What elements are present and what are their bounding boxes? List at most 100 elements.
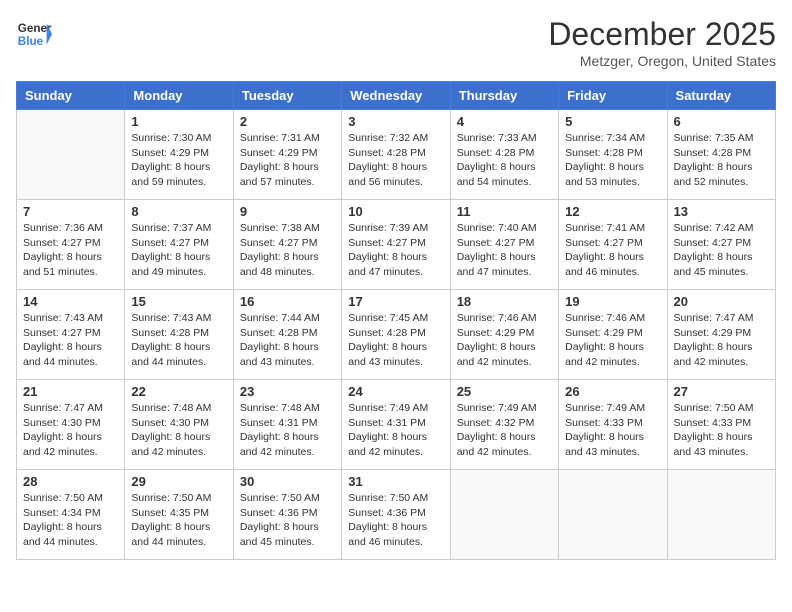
calendar-cell: 13 Sunrise: 7:42 AMSunset: 4:27 PMDayligh… [667,200,775,290]
calendar-cell: 5Sunrise: 7:34 AMSunset: 4:28 PMDaylight… [559,110,667,200]
calendar-cell: 3 Sunrise: 7:32 AMSunset: 4:28 PMDaylight… [342,110,450,200]
day-info: Sunrise: 7:48 AMSunset: 4:30 PMDaylight:… [131,401,226,460]
day-info: Sunrise: 7:39 AMSunset: 4:27 PMDaylight:… [348,221,443,280]
day-info: Sunrise: 7:49 AMSunset: 4:32 PMDaylight:… [457,401,552,460]
day-number: 28 [23,474,118,489]
col-header-friday: Friday [559,82,667,110]
day-info: Sunrise: 7:47 AMSunset: 4:29 PMDaylight:… [674,311,769,370]
week-row-2: 7 Sunrise: 7:36 AMSunset: 4:27 PMDaylight… [17,200,776,290]
day-info: Sunrise: 7:30 AMSunset: 4:29 PMDaylight:… [131,131,226,190]
calendar-cell: 15Sunrise: 7:43 AMSunset: 4:28 PMDayligh… [125,290,233,380]
logo: General Blue [16,16,52,52]
col-header-monday: Monday [125,82,233,110]
calendar-cell [559,470,667,560]
calendar-cell: 19Sunrise: 7:46 AMSunset: 4:29 PMDayligh… [559,290,667,380]
day-number: 20 [674,294,769,309]
day-info: Sunrise: 7:50 AMSunset: 4:36 PMDaylight:… [240,491,335,550]
day-info: Sunrise: 7:46 AMSunset: 4:29 PMDaylight:… [565,311,660,370]
month-title: December 2025 [548,16,776,53]
calendar-cell [667,470,775,560]
day-info: Sunrise: 7:37 AMSunset: 4:27 PMDaylight:… [131,221,226,280]
col-header-thursday: Thursday [450,82,558,110]
day-number: 8 [131,204,226,219]
day-info: Sunrise: 7:34 AMSunset: 4:28 PMDaylight:… [565,131,660,190]
day-number: 23 [240,384,335,399]
calendar-cell: 7 Sunrise: 7:36 AMSunset: 4:27 PMDaylight… [17,200,125,290]
day-number: 21 [23,384,118,399]
location: Metzger, Oregon, United States [548,53,776,69]
calendar-cell: 21 Sunrise: 7:47 AMSunset: 4:30 PMDayligh… [17,380,125,470]
calendar-cell: 11Sunrise: 7:40 AMSunset: 4:27 PMDayligh… [450,200,558,290]
day-number: 30 [240,474,335,489]
calendar-cell [450,470,558,560]
calendar-cell: 8 Sunrise: 7:37 AMSunset: 4:27 PMDaylight… [125,200,233,290]
calendar-cell: 18Sunrise: 7:46 AMSunset: 4:29 PMDayligh… [450,290,558,380]
day-number: 13 [674,204,769,219]
calendar-cell: 2 Sunrise: 7:31 AMSunset: 4:29 PMDaylight… [233,110,341,200]
day-number: 12 [565,204,660,219]
calendar-cell: 10 Sunrise: 7:39 AMSunset: 4:27 PMDayligh… [342,200,450,290]
page-header: General Blue December 2025 Metzger, Oreg… [16,16,776,69]
day-info: Sunrise: 7:48 AMSunset: 4:31 PMDaylight:… [240,401,335,460]
calendar-cell: 29Sunrise: 7:50 AMSunset: 4:35 PMDayligh… [125,470,233,560]
week-row-3: 14Sunrise: 7:43 AMSunset: 4:27 PMDayligh… [17,290,776,380]
calendar-cell: 12 Sunrise: 7:41 AMSunset: 4:27 PMDayligh… [559,200,667,290]
day-number: 16 [240,294,335,309]
col-header-saturday: Saturday [667,82,775,110]
day-number: 4 [457,114,552,129]
day-info: Sunrise: 7:50 AMSunset: 4:35 PMDaylight:… [131,491,226,550]
day-info: Sunrise: 7:49 AMSunset: 4:33 PMDaylight:… [565,401,660,460]
col-header-wednesday: Wednesday [342,82,450,110]
logo-icon: General Blue [16,16,52,52]
calendar-cell: 30 Sunrise: 7:50 AMSunset: 4:36 PMDayligh… [233,470,341,560]
day-number: 14 [23,294,118,309]
day-number: 25 [457,384,552,399]
calendar-cell: 22 Sunrise: 7:48 AMSunset: 4:30 PMDayligh… [125,380,233,470]
day-info: Sunrise: 7:50 AMSunset: 4:33 PMDaylight:… [674,401,769,460]
day-number: 22 [131,384,226,399]
day-number: 2 [240,114,335,129]
calendar-cell: 9Sunrise: 7:38 AMSunset: 4:27 PMDaylight… [233,200,341,290]
day-info: Sunrise: 7:50 AMSunset: 4:36 PMDaylight:… [348,491,443,550]
day-number: 7 [23,204,118,219]
svg-text:Blue: Blue [18,35,44,48]
day-info: Sunrise: 7:32 AMSunset: 4:28 PMDaylight:… [348,131,443,190]
calendar-cell: 24Sunrise: 7:49 AMSunset: 4:31 PMDayligh… [342,380,450,470]
calendar-cell: 16 Sunrise: 7:44 AMSunset: 4:28 PMDayligh… [233,290,341,380]
day-number: 27 [674,384,769,399]
day-info: Sunrise: 7:33 AMSunset: 4:28 PMDaylight:… [457,131,552,190]
day-number: 6 [674,114,769,129]
calendar-cell: 14Sunrise: 7:43 AMSunset: 4:27 PMDayligh… [17,290,125,380]
calendar-cell: 31Sunrise: 7:50 AMSunset: 4:36 PMDayligh… [342,470,450,560]
day-info: Sunrise: 7:36 AMSunset: 4:27 PMDaylight:… [23,221,118,280]
calendar-cell: 23 Sunrise: 7:48 AMSunset: 4:31 PMDayligh… [233,380,341,470]
day-info: Sunrise: 7:43 AMSunset: 4:28 PMDaylight:… [131,311,226,370]
day-number: 1 [131,114,226,129]
day-info: Sunrise: 7:31 AMSunset: 4:29 PMDaylight:… [240,131,335,190]
title-area: December 2025 Metzger, Oregon, United St… [548,16,776,69]
calendar-cell: 1 Sunrise: 7:30 AMSunset: 4:29 PMDaylight… [125,110,233,200]
calendar-cell: 25 Sunrise: 7:49 AMSunset: 4:32 PMDayligh… [450,380,558,470]
calendar-cell: 20 Sunrise: 7:47 AMSunset: 4:29 PMDayligh… [667,290,775,380]
day-info: Sunrise: 7:40 AMSunset: 4:27 PMDaylight:… [457,221,552,280]
col-header-tuesday: Tuesday [233,82,341,110]
day-info: Sunrise: 7:46 AMSunset: 4:29 PMDaylight:… [457,311,552,370]
calendar-cell: 6 Sunrise: 7:35 AMSunset: 4:28 PMDaylight… [667,110,775,200]
day-number: 3 [348,114,443,129]
calendar-cell: 4 Sunrise: 7:33 AMSunset: 4:28 PMDaylight… [450,110,558,200]
day-info: Sunrise: 7:47 AMSunset: 4:30 PMDaylight:… [23,401,118,460]
calendar-cell: 17Sunrise: 7:45 AMSunset: 4:28 PMDayligh… [342,290,450,380]
day-info: Sunrise: 7:42 AMSunset: 4:27 PMDaylight:… [674,221,769,280]
day-info: Sunrise: 7:35 AMSunset: 4:28 PMDaylight:… [674,131,769,190]
calendar-cell: 27 Sunrise: 7:50 AMSunset: 4:33 PMDayligh… [667,380,775,470]
day-info: Sunrise: 7:41 AMSunset: 4:27 PMDaylight:… [565,221,660,280]
day-info: Sunrise: 7:44 AMSunset: 4:28 PMDaylight:… [240,311,335,370]
day-number: 17 [348,294,443,309]
day-number: 26 [565,384,660,399]
col-header-sunday: Sunday [17,82,125,110]
day-info: Sunrise: 7:49 AMSunset: 4:31 PMDaylight:… [348,401,443,460]
week-row-4: 21 Sunrise: 7:47 AMSunset: 4:30 PMDayligh… [17,380,776,470]
day-info: Sunrise: 7:38 AMSunset: 4:27 PMDaylight:… [240,221,335,280]
day-number: 10 [348,204,443,219]
calendar-cell: 28Sunrise: 7:50 AMSunset: 4:34 PMDayligh… [17,470,125,560]
